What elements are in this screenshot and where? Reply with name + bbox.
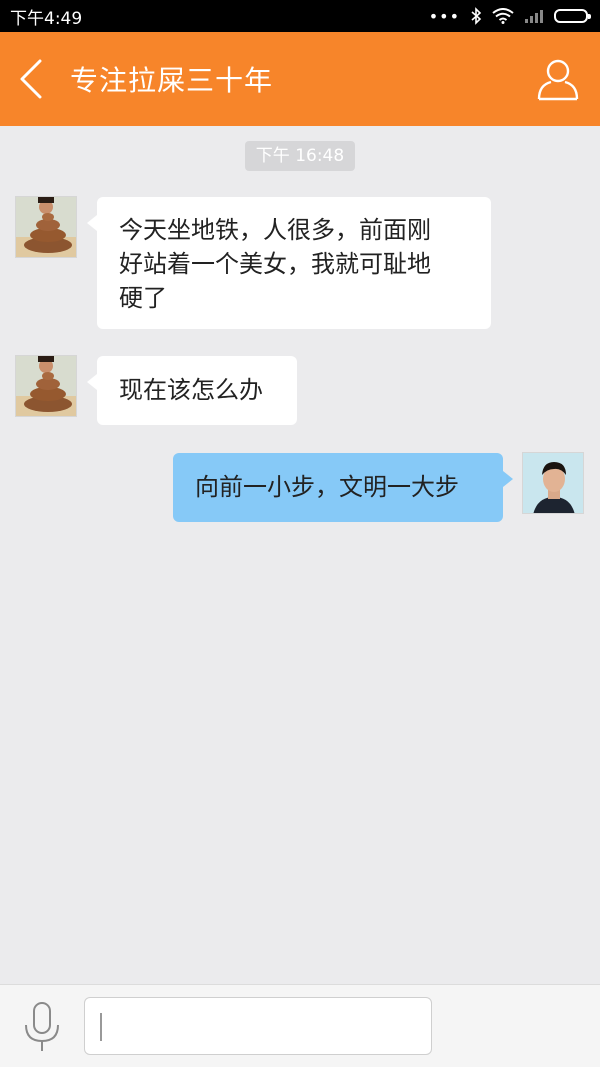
message-line: 现在该怎么办 bbox=[119, 376, 263, 404]
wifi-icon bbox=[492, 8, 514, 24]
bluetooth-icon bbox=[471, 7, 482, 25]
sender-avatar[interactable] bbox=[15, 355, 77, 417]
voice-button[interactable] bbox=[18, 999, 66, 1055]
user-avatar-icon bbox=[523, 453, 583, 513]
status-icons: ••• bbox=[428, 6, 591, 26]
message-line: 今天坐地铁，人很多，前面刚 bbox=[119, 216, 431, 244]
status-bar: 下午4:49 ••• bbox=[0, 0, 600, 32]
message-bubble-incoming[interactable]: 现在该怎么办 bbox=[87, 356, 297, 425]
battery-icon bbox=[554, 9, 591, 23]
text-cursor bbox=[100, 1013, 102, 1041]
message-bubble-incoming[interactable]: 今天坐地铁，人很多，前面刚 好站着一个美女，我就可耻地 硬了 bbox=[87, 197, 491, 329]
message-line: 向前一小步，文明一大步 bbox=[195, 473, 459, 501]
signal-icon bbox=[525, 10, 543, 23]
message-line: 硬了 bbox=[119, 284, 167, 312]
profile-button[interactable] bbox=[534, 54, 582, 104]
status-time: 下午4:49 bbox=[10, 8, 83, 29]
back-button[interactable] bbox=[0, 32, 62, 126]
poop-avatar-icon bbox=[16, 197, 76, 257]
person-outline-icon bbox=[537, 59, 579, 101]
poop-avatar-icon bbox=[16, 356, 76, 416]
own-avatar[interactable] bbox=[522, 452, 584, 514]
message-input[interactable] bbox=[84, 997, 432, 1055]
message-input-bar bbox=[0, 984, 600, 1067]
chat-header: 专注拉屎三十年 bbox=[0, 32, 600, 126]
message-line: 好站着一个美女，我就可耻地 bbox=[119, 250, 431, 278]
chevron-left-icon bbox=[20, 59, 42, 99]
chat-title: 专注拉屎三十年 bbox=[70, 64, 274, 97]
message-timestamp: 下午 16:48 bbox=[245, 141, 355, 171]
sender-avatar[interactable] bbox=[15, 196, 77, 258]
more-dots-icon: ••• bbox=[428, 6, 460, 26]
microphone-icon bbox=[25, 1002, 59, 1051]
message-bubble-outgoing[interactable]: 向前一小步，文明一大步 bbox=[173, 453, 513, 522]
